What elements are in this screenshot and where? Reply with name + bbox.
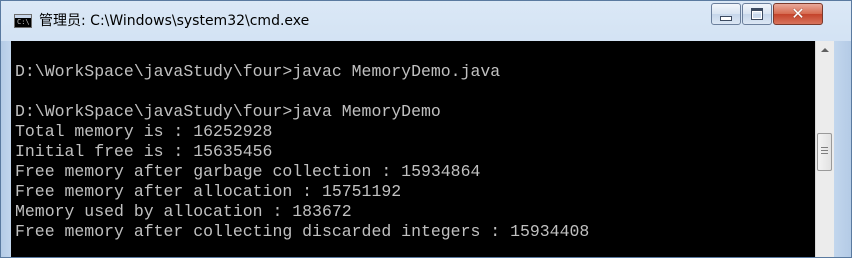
console-line: Memory used by allocation : 183672 [15, 202, 352, 221]
console-line: D:\WorkSpace\javaStudy\four>java MemoryD… [15, 102, 441, 121]
console-line: Free memory after garbage collection : 1… [15, 162, 481, 181]
window-frame-left [1, 41, 11, 257]
title-bar[interactable]: C:\ 管理员: C:\Windows\system32\cmd.exe ✕ [1, 1, 851, 39]
console-output[interactable]: D:\WorkSpace\javaStudy\four>javac Memory… [11, 41, 815, 257]
cmd-icon-text: C:\ [17, 18, 30, 26]
maximize-button[interactable] [742, 3, 772, 25]
minimize-icon [720, 15, 732, 21]
window-frame-right [834, 41, 851, 257]
close-icon: ✕ [791, 4, 805, 23]
console-line: D:\WorkSpace\javaStudy\four>javac Memory… [15, 62, 501, 81]
cmd-window: C:\ 管理员: C:\Windows\system32\cmd.exe ✕ D… [0, 0, 852, 258]
scroll-up-icon [821, 48, 829, 52]
maximize-icon [751, 8, 763, 20]
scroll-thumb[interactable] [817, 133, 832, 171]
console-line: Free memory after allocation : 15751192 [15, 182, 402, 201]
vertical-scrollbar[interactable] [815, 41, 834, 257]
window-title: 管理员: C:\Windows\system32\cmd.exe [39, 13, 310, 29]
console-line: Total memory is : 16252928 [15, 122, 273, 141]
console-line: Free memory after collecting discarded i… [15, 222, 590, 241]
console-lines: D:\WorkSpace\javaStudy\four>javac Memory… [15, 62, 589, 242]
cmd-icon[interactable]: C:\ [14, 14, 32, 28]
scroll-up-button[interactable] [816, 41, 834, 59]
scroll-grip-icon [821, 147, 828, 156]
close-button[interactable]: ✕ [773, 3, 823, 25]
console-line: Initial free is : 15635456 [15, 142, 273, 161]
minimize-button[interactable] [711, 3, 741, 25]
